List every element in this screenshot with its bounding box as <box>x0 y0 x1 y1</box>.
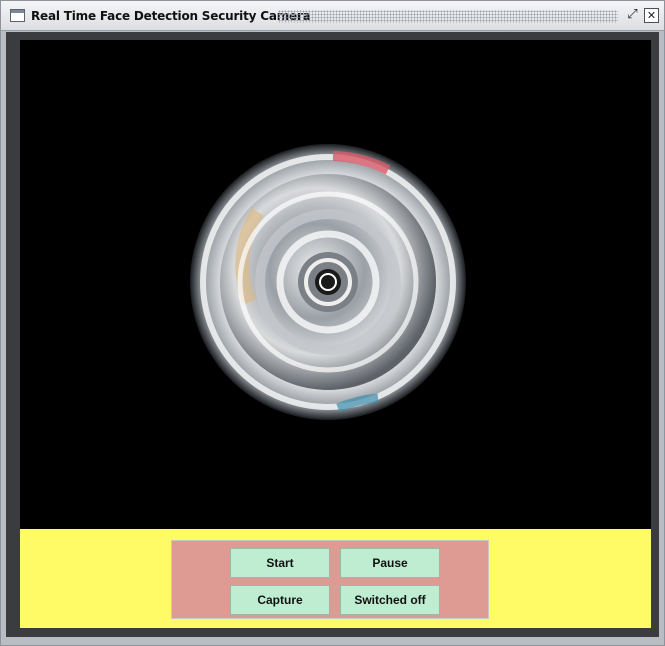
restore-icon[interactable]: ⤢ <box>625 8 640 23</box>
window-title: Real Time Face Detection Security Camera <box>31 9 311 23</box>
content-area: Start Pause Capture Switched off <box>6 32 659 637</box>
control-panel: Start Pause Capture Switched off <box>20 529 651 628</box>
button-group: Start Pause Capture Switched off <box>171 540 489 619</box>
title-bar[interactable]: Real Time Face Detection Security Camera… <box>1 1 664 31</box>
title-bar-grip <box>278 10 618 23</box>
start-button[interactable]: Start <box>230 548 330 578</box>
camera-lens-image <box>190 144 466 420</box>
close-icon[interactable]: ✕ <box>644 8 659 23</box>
pause-button[interactable]: Pause <box>340 548 440 578</box>
window-icon[interactable] <box>10 9 25 22</box>
capture-button[interactable]: Capture <box>230 585 330 615</box>
switched-off-button[interactable]: Switched off <box>340 585 440 615</box>
camera-feed <box>20 40 651 529</box>
app-window: Real Time Face Detection Security Camera… <box>0 0 665 646</box>
